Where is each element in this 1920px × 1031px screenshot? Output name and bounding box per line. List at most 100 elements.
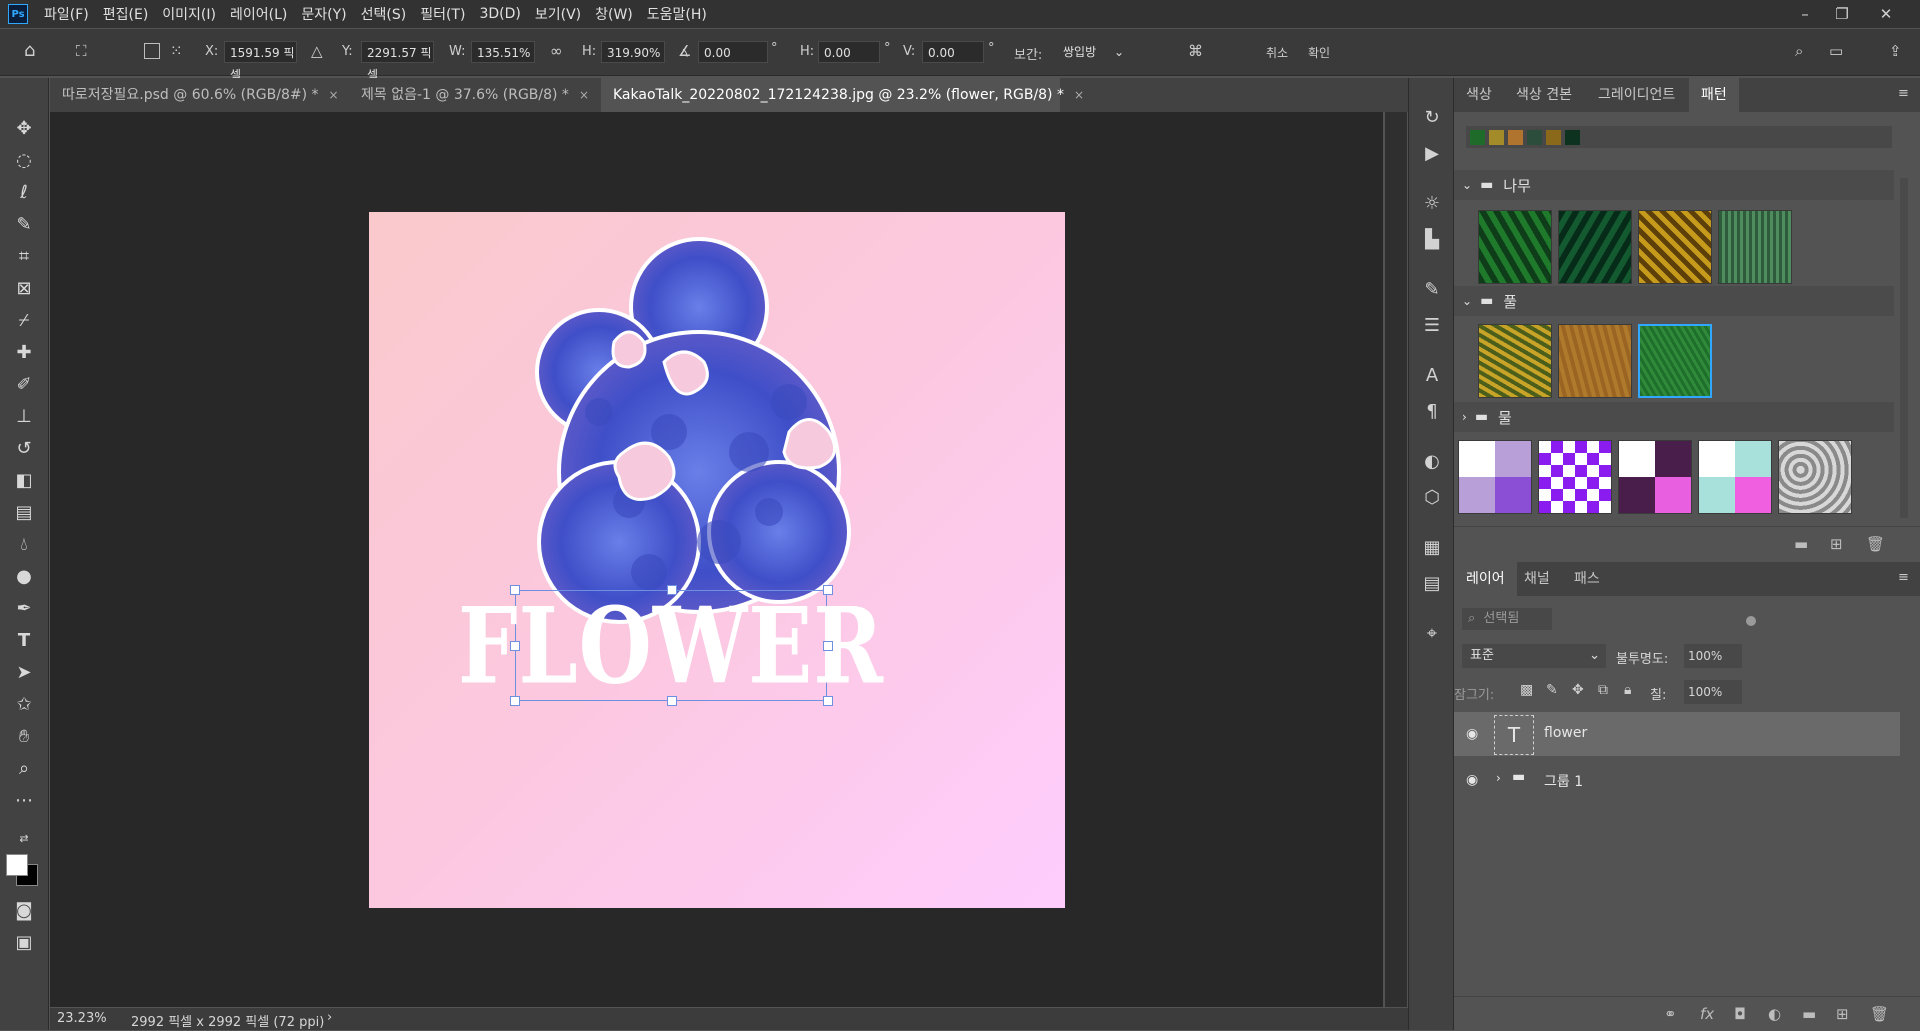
character-panel-icon[interactable]: A — [1419, 362, 1445, 388]
marquee-tool-icon[interactable]: ◌ — [8, 146, 40, 174]
tab-gradients[interactable]: 그레이디언트 — [1586, 78, 1687, 112]
reference-point-checkbox[interactable] — [144, 43, 160, 59]
histogram-panel-icon[interactable]: ▙ — [1419, 226, 1445, 252]
recent-pattern-swatch[interactable] — [1489, 130, 1504, 145]
pattern-group-grass[interactable]: ⌄ ▬ 풀 — [1454, 286, 1894, 316]
discover-panel-icon[interactable]: ⌖ — [1419, 620, 1445, 646]
transform-handle[interactable] — [823, 585, 833, 595]
transform-handle[interactable] — [823, 696, 833, 706]
paragraph-panel-icon[interactable]: ¶ — [1419, 398, 1445, 424]
pattern-swatch[interactable] — [1638, 210, 1712, 284]
tab-paths[interactable]: 패스 — [1562, 562, 1612, 596]
adjustments-panel-icon[interactable]: ☼ — [1419, 190, 1445, 216]
menu-file[interactable]: 파일(F) — [44, 4, 89, 24]
cancel-transform-button[interactable]: 취소 — [1266, 44, 1288, 61]
close-tab-icon[interactable]: × — [1074, 88, 1084, 102]
layer-row-group-1[interactable]: ◉ › ▬ 그룹 1 — [1454, 758, 1900, 802]
minimize-button[interactable]: – — [1785, 0, 1825, 28]
warp-icon[interactable]: ⌘ — [1188, 42, 1203, 60]
eraser-tool-icon[interactable]: ◧ — [8, 466, 40, 494]
quick-mask-icon[interactable]: ◙ — [8, 896, 40, 924]
transform-tool-icon[interactable]: ⛶ — [76, 42, 87, 60]
x-field[interactable]: 1591.59 픽셀 — [224, 41, 297, 82]
new-group-icon[interactable]: ▬ — [1794, 535, 1808, 553]
menu-image[interactable]: 이미지(I) — [162, 4, 216, 24]
chevron-right-icon[interactable]: › — [1496, 771, 1501, 785]
fx-icon[interactable]: fx — [1700, 1005, 1714, 1023]
new-pattern-icon[interactable]: ⊞ — [1830, 535, 1843, 553]
lock-artboard-icon[interactable]: ⧉ — [1598, 682, 1608, 698]
path-selection-tool-icon[interactable]: ➤ — [8, 658, 40, 686]
recent-pattern-swatch[interactable] — [1546, 130, 1561, 145]
horizontal-skew-field[interactable]: 0.00 — [818, 41, 880, 63]
transform-handle[interactable] — [510, 585, 520, 595]
share-icon[interactable]: ⇪ — [1889, 42, 1902, 60]
pattern-swatch[interactable] — [1458, 440, 1532, 514]
y-field[interactable]: 2291.57 픽셀 — [361, 41, 434, 82]
frame-tool-icon[interactable]: ⊠ — [8, 274, 40, 302]
pattern-swatch[interactable] — [1478, 210, 1552, 284]
width-field[interactable]: 135.51% — [471, 41, 535, 63]
tab-swatches[interactable]: 색상 견본 — [1504, 78, 1584, 112]
lock-all-icon[interactable]: 🔒︎ — [1624, 682, 1631, 698]
vertical-scrollbar[interactable] — [1385, 112, 1407, 1007]
pattern-swatch[interactable] — [1778, 440, 1852, 514]
healing-brush-tool-icon[interactable]: ✚ — [8, 338, 40, 366]
eyedropper-tool-icon[interactable]: ⌿ — [8, 306, 40, 334]
height-field[interactable]: 319.90% — [601, 41, 665, 63]
screen-mode-icon[interactable]: ▣ — [8, 928, 40, 956]
actions-panel-icon[interactable]: ▶ — [1419, 140, 1445, 166]
new-layer-icon[interactable]: ⊞ — [1836, 1005, 1849, 1023]
menu-help[interactable]: 도움말(H) — [647, 4, 707, 24]
transform-handle[interactable] — [667, 696, 677, 706]
clone-stamp-tool-icon[interactable]: ⊥ — [8, 402, 40, 430]
search-icon[interactable]: ⌕ — [1795, 42, 1803, 60]
commit-transform-button[interactable]: 확인 — [1308, 44, 1330, 61]
lock-transparent-icon[interactable]: ▩ — [1520, 682, 1533, 698]
pen-tool-icon[interactable]: ✒ — [8, 594, 40, 622]
flower-text-layer[interactable]: FLOWER — [458, 576, 883, 715]
tab-layers[interactable]: 레이어 — [1454, 562, 1517, 596]
zoom-tool-icon[interactable]: ⌕ — [8, 754, 40, 782]
pattern-swatch[interactable] — [1558, 324, 1632, 398]
pattern-swatch[interactable] — [1478, 324, 1552, 398]
tab-doc-3[interactable]: KakaoTalk_20220802_172124238.jpg @ 23.2%… — [601, 78, 1084, 112]
new-group-icon[interactable]: ▬ — [1802, 1005, 1816, 1023]
properties-panel-icon[interactable]: ☰ — [1419, 312, 1445, 338]
delete-pattern-icon[interactable]: 🗑︎ — [1866, 535, 1885, 553]
brush-tool-icon[interactable]: ✐ — [8, 370, 40, 398]
close-tab-icon[interactable]: × — [329, 88, 339, 102]
fill-field[interactable]: 100% — [1684, 680, 1742, 704]
close-tab-icon[interactable]: × — [579, 88, 589, 102]
panel-menu-icon[interactable]: ≡ — [1898, 570, 1909, 585]
menu-edit[interactable]: 편집(E) — [103, 4, 149, 24]
link-icon[interactable]: ∞ — [550, 42, 563, 60]
opacity-field[interactable]: 100% — [1684, 644, 1742, 668]
history-panel-icon[interactable]: ↻ — [1419, 104, 1445, 130]
delete-layer-icon[interactable]: 🗑︎ — [1870, 1005, 1889, 1023]
history-brush-tool-icon[interactable]: ↺ — [8, 434, 40, 462]
menu-window[interactable]: 창(W) — [595, 4, 633, 24]
pattern-swatch[interactable] — [1538, 440, 1612, 514]
visibility-eye-icon[interactable]: ◉ — [1466, 726, 1478, 742]
document-canvas[interactable]: FLOWER — [369, 212, 1065, 908]
lasso-tool-icon[interactable]: ℓ — [8, 178, 40, 206]
zoom-level[interactable]: 23.23% — [57, 1011, 107, 1026]
filter-toggle[interactable] — [1746, 616, 1756, 626]
status-menu-arrow[interactable]: › — [327, 1010, 332, 1025]
menu-type[interactable]: 문자(Y) — [301, 4, 346, 24]
pattern-swatch[interactable] — [1618, 440, 1692, 514]
pattern-swatch-selected[interactable] — [1638, 324, 1712, 398]
dodge-tool-icon[interactable]: ● — [8, 562, 40, 590]
home-icon[interactable]: ⌂ — [24, 40, 35, 61]
recent-pattern-swatch[interactable] — [1527, 130, 1542, 145]
angle-field[interactable]: 0.00 — [698, 41, 768, 63]
recent-pattern-swatch[interactable] — [1470, 130, 1485, 145]
tab-patterns[interactable]: 패턴 — [1689, 78, 1739, 112]
transform-handle[interactable] — [510, 696, 520, 706]
shape-tool-icon[interactable]: ✩ — [8, 690, 40, 718]
libraries-panel-icon[interactable]: ▦ — [1419, 534, 1445, 560]
layer-name[interactable]: flower — [1544, 725, 1587, 741]
lock-pixels-icon[interactable]: ✎ — [1546, 682, 1558, 698]
layer-row-flower[interactable]: ◉ T flower — [1454, 712, 1900, 756]
